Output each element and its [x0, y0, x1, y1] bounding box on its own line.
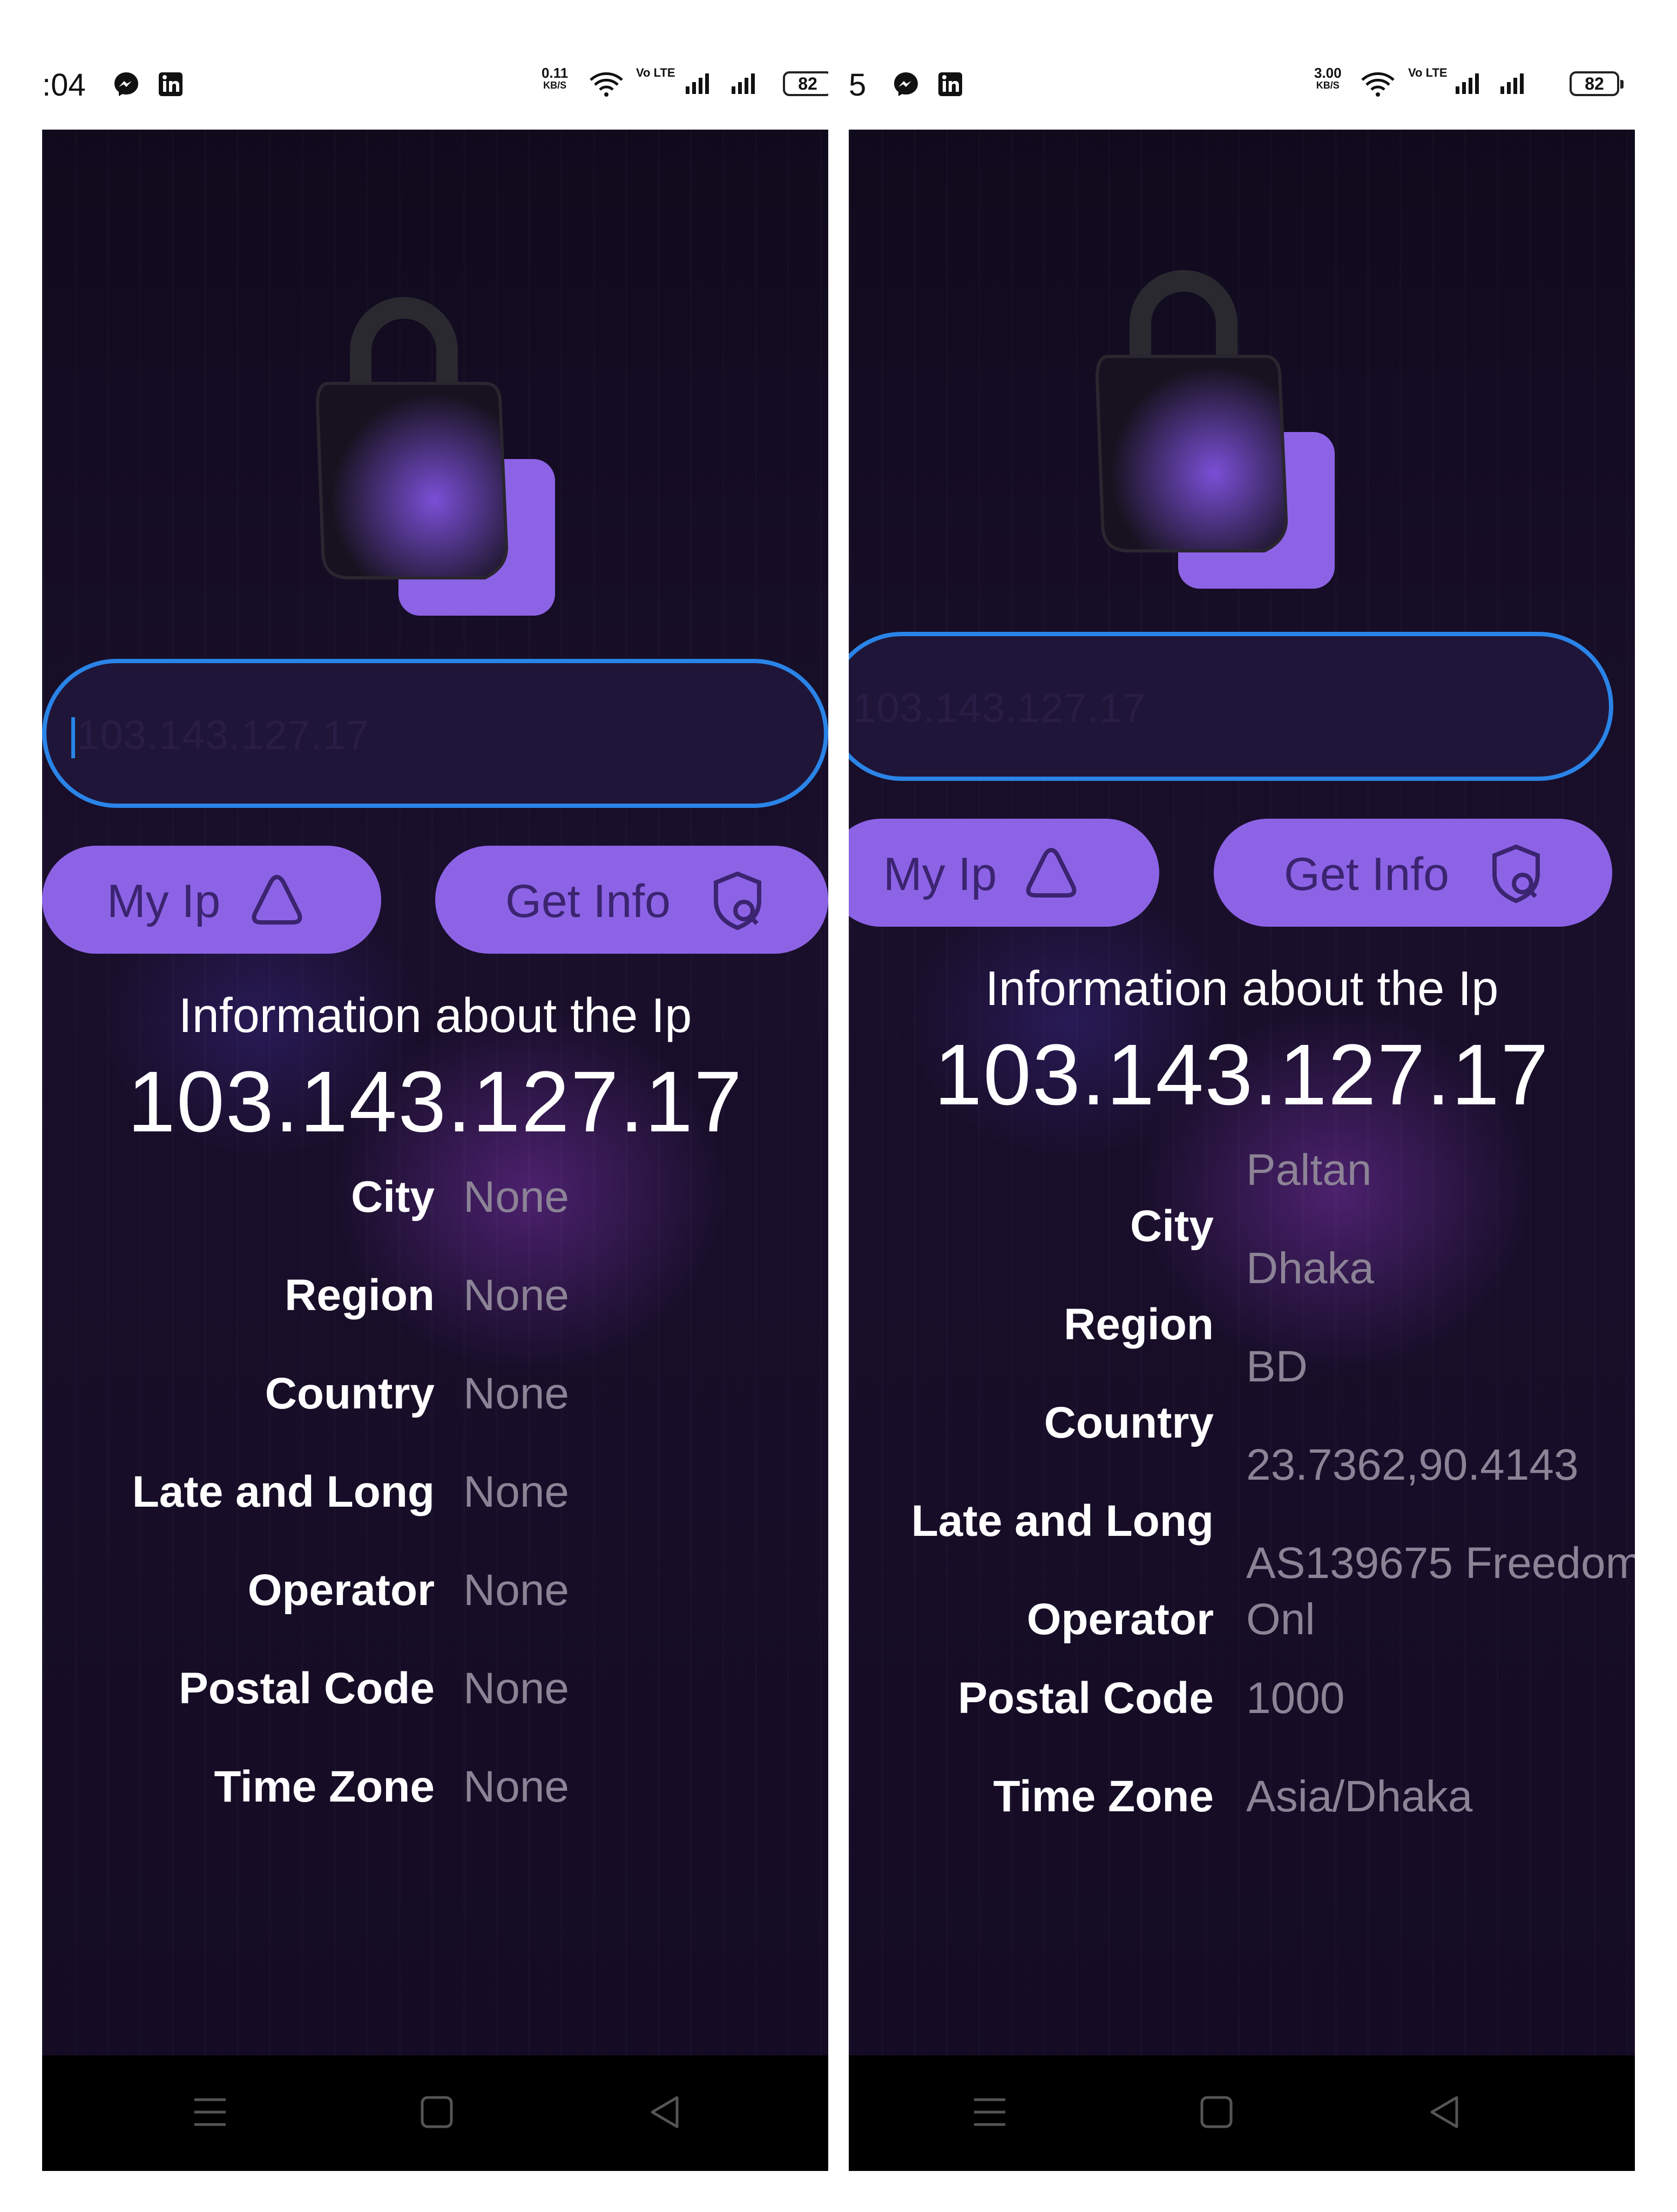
- lat-long-label: Late and Long: [911, 1496, 1214, 1546]
- battery-icon: 82: [783, 71, 828, 96]
- shield-search-icon: [1492, 844, 1540, 903]
- ip-address-display: 103.143.127.17: [127, 1053, 743, 1150]
- wifi-icon: [1361, 72, 1395, 97]
- my-ip-button[interactable]: My Ip: [42, 846, 381, 954]
- city-value: Paltan: [1246, 1145, 1372, 1195]
- get-info-label: Get Info: [1284, 848, 1449, 900]
- back-icon[interactable]: [1425, 2093, 1463, 2131]
- ip-address-display: 103.143.127.17: [934, 1026, 1550, 1123]
- lock-icon: [1095, 270, 1335, 589]
- city-label: City: [1130, 1202, 1214, 1251]
- country-label: Country: [1044, 1398, 1214, 1447]
- operator-value-line2: Onl: [1246, 1595, 1315, 1644]
- country-value: BD: [1246, 1342, 1308, 1391]
- home-icon[interactable]: [418, 2093, 456, 2131]
- get-info-label: Get Info: [505, 875, 671, 927]
- messenger-icon: [114, 72, 138, 96]
- operator-label: Operator: [247, 1566, 435, 1615]
- city-value: None: [463, 1172, 570, 1222]
- shield-search-icon: [714, 871, 761, 930]
- network-speed: 3.00 KB/S: [1314, 65, 1342, 91]
- ip-input-field[interactable]: 103.143.127.17: [849, 632, 1613, 781]
- lat-long-label: Late and Long: [132, 1467, 435, 1516]
- time-zone-value: Asia/Dhaka: [1246, 1772, 1473, 1821]
- text-caret: [71, 717, 75, 758]
- region-value: None: [463, 1271, 570, 1320]
- postal-code-value: 1000: [1246, 1674, 1345, 1723]
- region-label: Region: [1064, 1300, 1214, 1349]
- country-label: Country: [265, 1369, 435, 1418]
- region-label: Region: [285, 1271, 435, 1320]
- signal-icon: [686, 73, 709, 94]
- time-zone-value: None: [463, 1762, 570, 1811]
- triangle-icon: [252, 874, 302, 925]
- country-value: None: [463, 1369, 570, 1418]
- info-title: Information about the Ip: [985, 962, 1499, 1016]
- signal-icon-2: [732, 73, 755, 94]
- back-icon[interactable]: [646, 2093, 684, 2131]
- network-speed: 0.11 KB/S: [542, 65, 569, 91]
- phone-screen-right: 5 3.00 KB/S Vo LTE 82 103.143.127.17 My …: [849, 43, 1635, 2171]
- my-ip-label: My Ip: [883, 848, 997, 900]
- status-bar: 5 3.00 KB/S Vo LTE 82: [849, 43, 1635, 130]
- city-label: City: [351, 1172, 435, 1222]
- status-time: 5: [849, 68, 867, 103]
- volte-indicator: Vo LTE: [636, 66, 675, 79]
- get-info-button[interactable]: Get Info: [435, 846, 828, 954]
- operator-label: Operator: [1026, 1595, 1214, 1644]
- battery-icon: 82: [1570, 71, 1624, 96]
- volte-indicator: Vo LTE: [1408, 66, 1448, 79]
- get-info-button[interactable]: Get Info: [1214, 819, 1612, 927]
- linkedin-icon: [938, 72, 962, 96]
- postal-code-label: Postal Code: [958, 1674, 1214, 1723]
- messenger-icon: [894, 72, 918, 96]
- status-time: :04: [42, 68, 86, 103]
- time-zone-label: Time Zone: [993, 1772, 1214, 1821]
- info-title: Information about the Ip: [178, 989, 692, 1043]
- linkedin-icon: [159, 72, 182, 96]
- postal-code-value: None: [463, 1664, 570, 1713]
- home-icon[interactable]: [1198, 2093, 1235, 2131]
- menu-icon[interactable]: [191, 2093, 229, 2131]
- navigation-bar: [849, 2055, 1635, 2171]
- wifi-icon: [590, 72, 623, 97]
- navigation-bar: [42, 2055, 828, 2171]
- ip-input-field[interactable]: 103.143.127.17: [42, 659, 828, 808]
- ip-input-value: 103.143.127.17: [853, 685, 1146, 731]
- my-ip-label: My Ip: [107, 875, 221, 927]
- signal-icon: [1456, 73, 1479, 94]
- ip-input-value: 103.143.127.17: [77, 712, 370, 758]
- region-value: Dhaka: [1246, 1244, 1375, 1293]
- operator-value: None: [463, 1566, 570, 1615]
- time-zone-label: Time Zone: [214, 1762, 435, 1811]
- lat-long-value: 23.7362,90.4143: [1246, 1440, 1579, 1489]
- signal-icon-2: [1500, 73, 1524, 94]
- triangle-icon: [1026, 847, 1077, 898]
- menu-icon[interactable]: [971, 2093, 1009, 2131]
- lat-long-value: None: [463, 1467, 570, 1516]
- phone-screen-left: :04 0.11 KB/S Vo LTE 82 103.143.127.17 M…: [42, 43, 828, 2171]
- operator-value: AS139675 Freedom: [1246, 1539, 1635, 1588]
- postal-code-label: Postal Code: [179, 1664, 435, 1713]
- lock-icon: [315, 297, 555, 616]
- status-bar: :04 0.11 KB/S Vo LTE 82: [42, 43, 828, 130]
- my-ip-button[interactable]: My Ip: [849, 819, 1159, 927]
